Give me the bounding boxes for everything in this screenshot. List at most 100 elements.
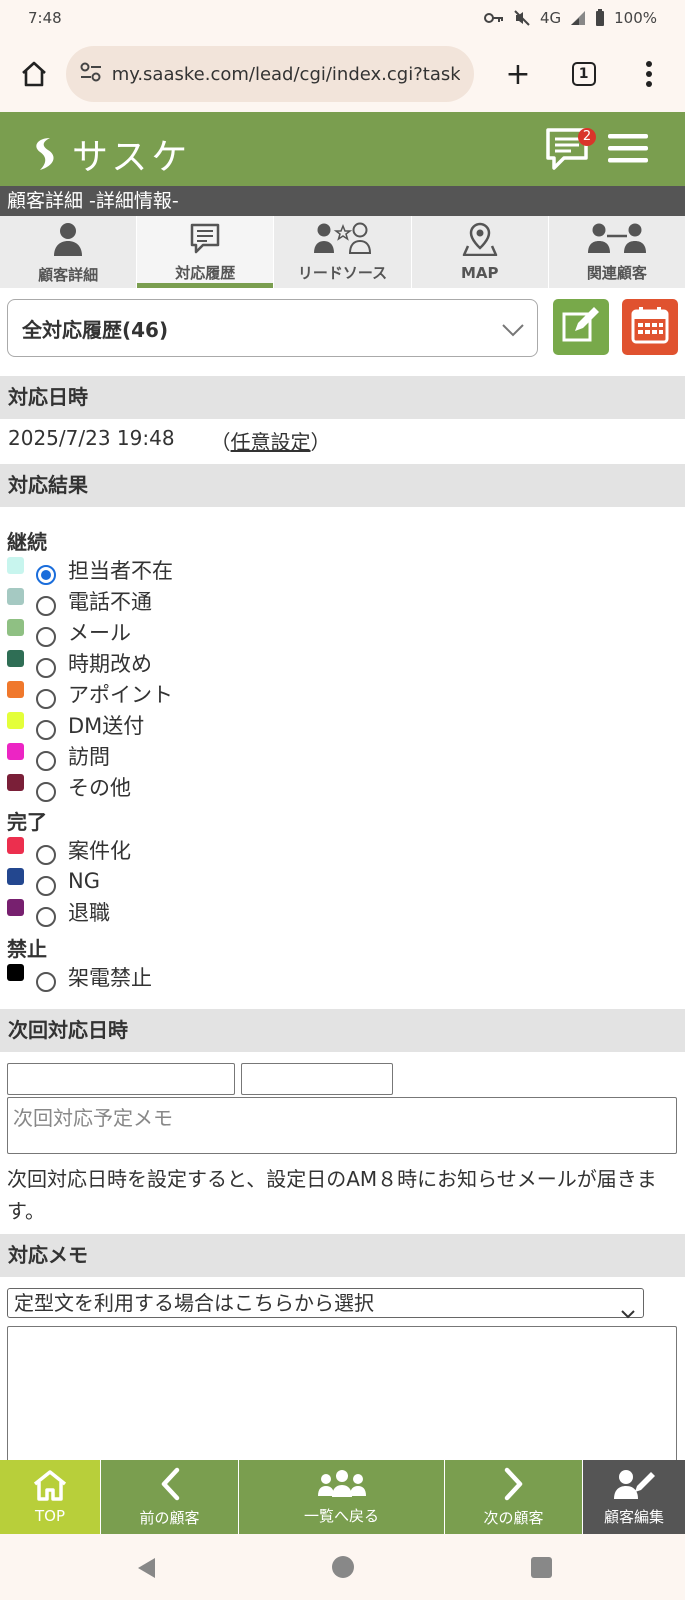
tab-lead-source[interactable]: リードソース (274, 216, 412, 288)
back-triangle-icon[interactable] (135, 1556, 157, 1584)
result-radio[interactable] (36, 876, 56, 896)
color-swatch (7, 649, 24, 667)
browser-home-icon[interactable] (18, 58, 50, 90)
calendar-button[interactable] (622, 299, 678, 355)
site-settings-icon[interactable] (80, 62, 102, 86)
color-swatch (7, 618, 24, 636)
nav-edit-customer-button[interactable]: 顧客編集 (583, 1460, 685, 1534)
calendar-icon (630, 305, 670, 349)
browser-menu-icon[interactable] (627, 52, 671, 96)
related-people-icon (587, 222, 647, 258)
chevron-right-icon (503, 1467, 525, 1505)
result-option[interactable]: 電話不通 (7, 587, 152, 616)
edit-person-icon (613, 1468, 655, 1504)
result-option[interactable]: メール (7, 618, 131, 647)
tab-related-customers[interactable]: 関連顧客 (549, 216, 685, 288)
result-radio[interactable] (36, 972, 56, 992)
result-option-label: 担当者不在 (68, 559, 173, 583)
nav-label: 前の顧客 (139, 1508, 200, 1527)
android-navigation-bar (0, 1534, 685, 1600)
result-option[interactable]: アポイント (7, 680, 173, 709)
custom-datetime-link-text[interactable]: 任意設定 (231, 430, 311, 454)
tab-contact-history[interactable]: 対応履歴 (137, 216, 275, 288)
page-title: 顧客詳細 -詳細情報- (0, 186, 685, 216)
result-radio[interactable] (36, 907, 56, 927)
recents-square-icon[interactable] (531, 1557, 552, 1582)
next-memo-textarea[interactable]: 次回対応予定メモ (7, 1097, 677, 1154)
result-radio[interactable] (36, 782, 56, 802)
history-filter-select[interactable]: 全対応履歴(46) (7, 299, 538, 357)
section-header-memo: 対応メモ (0, 1234, 685, 1277)
app-logo[interactable]: サスケ (28, 128, 191, 180)
result-option-label: NG (68, 869, 100, 893)
result-option-label: 訪問 (68, 745, 110, 769)
tab-count: 1 (571, 62, 596, 86)
nav-label: TOP (34, 1507, 65, 1525)
battery-level: 100% (614, 9, 657, 27)
add-history-button[interactable] (553, 299, 609, 355)
nav-label: 次の顧客 (483, 1508, 544, 1527)
nav-top-button[interactable]: TOP (0, 1460, 101, 1534)
result-option[interactable]: NG (7, 867, 100, 896)
nav-prev-customer-button[interactable]: 前の顧客 (101, 1460, 239, 1534)
nav-back-to-list-button[interactable]: 一覧へ戻る (239, 1460, 445, 1534)
result-option[interactable]: 案件化 (7, 836, 131, 865)
result-option-label: 電話不通 (68, 590, 152, 614)
result-option[interactable]: 退職 (7, 898, 110, 927)
tab-label: リードソース (297, 264, 388, 282)
address-bar[interactable]: my.saaske.com/lead/cgi/index.cgi?task=da (65, 46, 475, 102)
new-tab-button[interactable]: + (496, 52, 540, 96)
browser-toolbar: my.saaske.com/lead/cgi/index.cgi?task=da… (0, 36, 685, 112)
template-select-value: 定型文を利用する場合はこちらから選択 (14, 1291, 374, 1315)
tab-label: MAP (460, 264, 499, 282)
tab-switcher-button[interactable]: 1 (562, 52, 606, 96)
result-group-label: 禁止 (7, 937, 47, 961)
tab-map[interactable]: MAP (412, 216, 549, 288)
result-option[interactable]: 訪問 (7, 742, 110, 771)
result-radio[interactable] (36, 689, 56, 709)
next-time-input[interactable] (241, 1063, 393, 1095)
result-option[interactable]: DM送付 (7, 711, 144, 740)
edit-icon (561, 305, 601, 349)
result-option[interactable]: 架電禁止 (7, 963, 152, 992)
detail-tabs: 顧客詳細 対応履歴 リードソース MAP 関連顧客 (0, 216, 685, 288)
result-radio[interactable] (36, 565, 56, 585)
tab-label: 対応履歴 (175, 264, 236, 282)
result-radio[interactable] (36, 845, 56, 865)
url-text: my.saaske.com/lead/cgi/index.cgi?task=da (111, 63, 461, 85)
template-select[interactable]: 定型文を利用する場合はこちらから選択 (7, 1288, 644, 1319)
nav-label: 一覧へ戻る (303, 1506, 379, 1525)
memo-textarea[interactable] (7, 1326, 677, 1466)
hamburger-menu-icon[interactable] (608, 132, 648, 168)
section-header-datetime: 対応日時 (0, 376, 685, 419)
home-circle-icon[interactable] (331, 1555, 355, 1583)
result-radio[interactable] (36, 720, 56, 740)
result-option-label: アポイント (68, 683, 173, 707)
home-icon (32, 1469, 68, 1505)
result-group-label: 完了 (7, 810, 47, 834)
nav-next-customer-button[interactable]: 次の顧客 (445, 1460, 583, 1534)
tab-customer-detail[interactable]: 顧客詳細 (0, 216, 138, 288)
network-label: 4G (539, 9, 562, 27)
result-option-label: 退職 (68, 901, 110, 925)
result-radio[interactable] (36, 658, 56, 678)
logo-mark-icon (36, 138, 54, 170)
color-swatch (7, 773, 24, 791)
result-option[interactable]: その他 (7, 773, 131, 802)
person-icon (52, 222, 84, 260)
section-header-result: 対応結果 (0, 464, 685, 507)
color-swatch (7, 742, 24, 760)
result-radio[interactable] (36, 596, 56, 616)
result-radio[interactable] (36, 627, 56, 647)
custom-datetime-link[interactable]: （任意設定） (211, 426, 331, 455)
result-option[interactable]: 担当者不在 (7, 556, 173, 585)
people-star-icon (313, 222, 372, 258)
logo-text: サスケ (72, 137, 192, 178)
result-option[interactable]: 時期改め (7, 649, 152, 678)
tab-label: 顧客詳細 (38, 266, 99, 284)
nav-label: 顧客編集 (603, 1507, 664, 1526)
chevron-down-icon (501, 318, 525, 342)
result-radio[interactable] (36, 751, 56, 771)
color-swatch (7, 963, 24, 981)
next-date-input[interactable] (7, 1063, 235, 1095)
